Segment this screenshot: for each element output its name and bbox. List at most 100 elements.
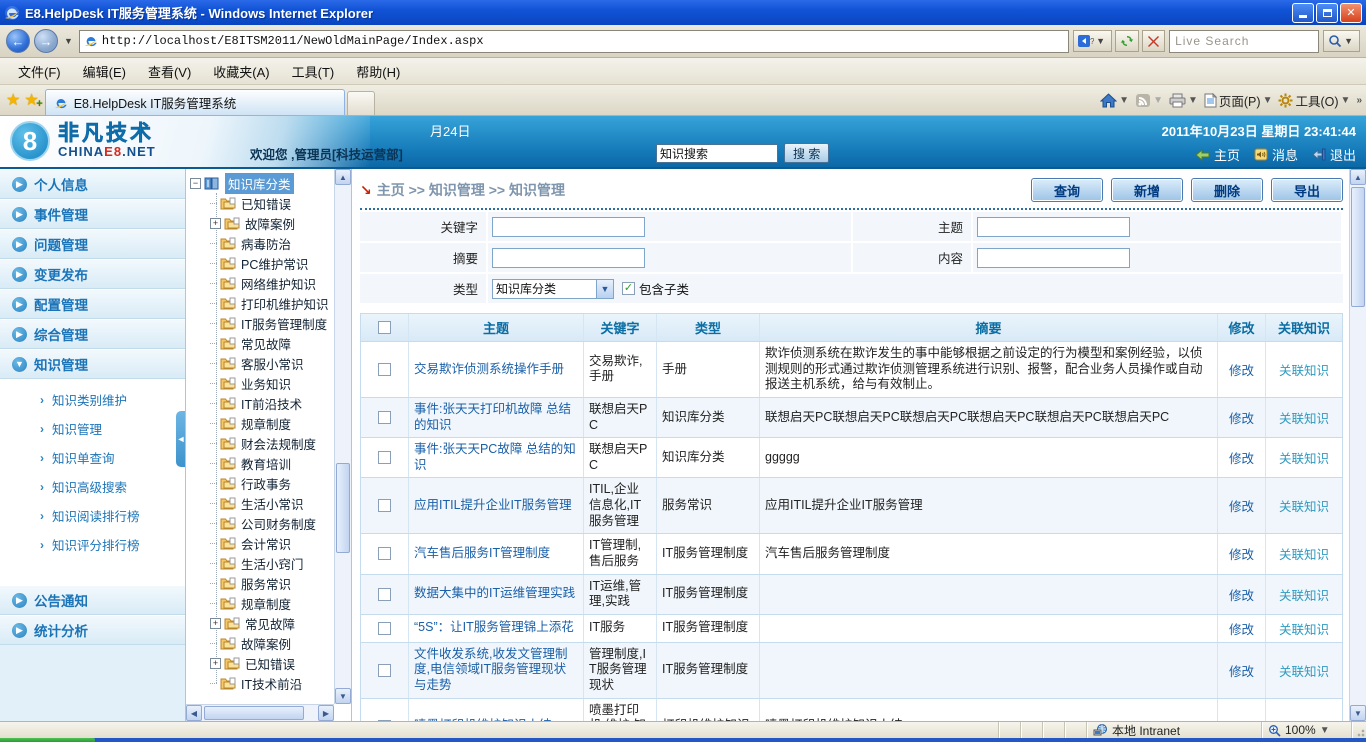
tree-scroll-thumb[interactable] <box>336 463 350 553</box>
subject-input[interactable] <box>977 217 1130 237</box>
sidebar-item-综合管理[interactable]: ▶综合管理 <box>0 319 185 349</box>
modify-link[interactable]: 修改 <box>1229 661 1254 680</box>
row-checkbox[interactable] <box>378 588 391 601</box>
select-dropdown-icon[interactable]: ▼ <box>596 280 613 298</box>
header-link-主页[interactable]: 主页 <box>1195 145 1240 164</box>
menu-item-0[interactable]: 文件(F) <box>8 59 71 84</box>
action-button-导出[interactable]: 导出 <box>1271 178 1343 202</box>
modify-link[interactable]: 修改 <box>1229 408 1254 427</box>
subject-link[interactable]: 喷墨打印机维护知识小结 <box>414 718 552 721</box>
sidebar-item-个人信息[interactable]: ▶个人信息 <box>0 169 185 199</box>
restore-button[interactable] <box>1316 3 1338 23</box>
row-checkbox[interactable] <box>378 363 391 376</box>
action-button-新增[interactable]: 新增 <box>1111 178 1183 202</box>
tree-item-label[interactable]: 规章制度 <box>241 594 291 613</box>
sidebar-subitem-知识评分排行榜[interactable]: ›知识评分排行榜 <box>0 530 185 559</box>
row-checkbox[interactable] <box>378 411 391 424</box>
history-dropdown-icon[interactable]: ▼ <box>62 36 75 46</box>
row-checkbox[interactable] <box>378 547 391 560</box>
header-link-消息[interactable]: 消息 <box>1254 145 1298 164</box>
sidebar-item-统计分析[interactable]: ▶统计分析 <box>0 615 185 645</box>
tree-item-label[interactable]: IT前沿技术 <box>241 394 302 413</box>
close-button[interactable]: ✕ <box>1340 3 1362 23</box>
live-search-input[interactable]: Live Search <box>1169 30 1319 53</box>
subject-link[interactable]: 数据大集中的IT运维管理实践 <box>414 586 575 602</box>
tree-item-label[interactable]: PC维护常识 <box>241 254 308 273</box>
scroll-right-icon[interactable]: ▶ <box>318 705 334 721</box>
related-link[interactable]: 关联知识 <box>1279 496 1329 515</box>
tree-item-label[interactable]: 常见故障 <box>245 614 295 633</box>
tree-vertical-scrollbar[interactable]: ▲ ▼ <box>334 169 351 704</box>
tree-item-病毒防治[interactable]: 病毒防治 <box>190 233 334 253</box>
tree-item-已知错误[interactable]: +已知错误 <box>190 653 334 673</box>
new-tab-stub[interactable] <box>347 91 375 115</box>
tree-item-label[interactable]: 财会法规制度 <box>241 434 316 453</box>
related-link[interactable]: 关联知识 <box>1279 661 1329 680</box>
related-link[interactable]: 关联知识 <box>1279 585 1329 604</box>
tree-item-label[interactable]: 行政事务 <box>241 474 291 493</box>
menu-item-3[interactable]: 收藏夹(A) <box>203 59 279 84</box>
tree-item-label[interactable]: 业务知识 <box>241 374 291 393</box>
tree-item-label[interactable]: 病毒防治 <box>241 234 291 253</box>
tree-item-label[interactable]: 教育培训 <box>241 454 291 473</box>
sidebar-item-事件管理[interactable]: ▶事件管理 <box>0 199 185 229</box>
modify-link[interactable]: 修改 <box>1229 496 1254 515</box>
header-subject[interactable]: 主题 <box>409 314 584 341</box>
tree-item-客服小常识[interactable]: 客服小常识 <box>190 353 334 373</box>
tree-item-行政事务[interactable]: 行政事务 <box>190 473 334 493</box>
sidebar-subitem-知识类别维护[interactable]: ›知识类别维护 <box>0 385 185 414</box>
sidebar-item-问题管理[interactable]: ▶问题管理 <box>0 229 185 259</box>
modify-link[interactable]: 修改 <box>1229 360 1254 379</box>
print-button[interactable]: ▼ <box>1169 93 1198 108</box>
scroll-down-icon[interactable]: ▼ <box>335 688 351 704</box>
tree-horizontal-scrollbar[interactable]: ◀ ▶ <box>186 704 334 721</box>
subject-link[interactable]: 事件:张天天PC故障 总结的知识 <box>414 442 578 473</box>
tree-item-label[interactable]: 规章制度 <box>241 414 291 433</box>
page-menu-button[interactable]: 页面(P) ▼ <box>1204 91 1273 110</box>
collapse-expander-icon[interactable]: − <box>190 178 201 189</box>
minimize-button[interactable] <box>1292 3 1314 23</box>
tree-item-label[interactable]: IT服务管理制度 <box>241 314 327 333</box>
tree-item-label[interactable]: 网络维护知识 <box>241 274 316 293</box>
tree-item-label[interactable]: 已知错误 <box>241 194 291 213</box>
subject-link[interactable]: 文件收发系统,收发文管理制度,电信领域IT服务管理现状与走势 <box>414 647 578 694</box>
tree-item-PC维护常识[interactable]: PC维护常识 <box>190 253 334 273</box>
sidebar-collapse-handle[interactable]: ◄ <box>176 411 186 467</box>
subject-link[interactable]: 事件:张天天打印机故障 总结的知识 <box>414 402 578 433</box>
tree-item-会计常识[interactable]: 会计常识 <box>190 533 334 553</box>
related-link[interactable]: 关联知识 <box>1279 448 1329 467</box>
sidebar-subitem-知识高级搜索[interactable]: ›知识高级搜索 <box>0 472 185 501</box>
active-tab[interactable]: E8.HelpDesk IT服务管理系统 <box>45 89 345 115</box>
tree-item-label[interactable]: 故障案例 <box>245 214 295 233</box>
tree-item-label[interactable]: 生活小窍门 <box>241 554 304 573</box>
tree-item-常见故障[interactable]: +常见故障 <box>190 613 334 633</box>
sidebar-item-配置管理[interactable]: ▶配置管理 <box>0 289 185 319</box>
zoom-dropdown-icon[interactable]: ▼ <box>1320 725 1330 736</box>
include-sub-checkbox[interactable]: ✓ <box>622 282 635 295</box>
content-scroll-thumb[interactable] <box>1351 187 1365 307</box>
home-button[interactable]: ▼ <box>1100 93 1129 108</box>
stop-button[interactable] <box>1142 30 1165 52</box>
subject-link[interactable]: “5S”：让IT服务管理锦上添花 <box>414 620 574 636</box>
modify-link[interactable]: 修改 <box>1229 448 1254 467</box>
tree-item-生活小常识[interactable]: 生活小常识 <box>190 493 334 513</box>
row-checkbox[interactable] <box>378 499 391 512</box>
back-button[interactable]: ← <box>6 29 30 53</box>
tree-item-IT技术前沿[interactable]: IT技术前沿 <box>190 673 334 693</box>
modify-link[interactable]: 修改 <box>1229 544 1254 563</box>
tree-item-生活小窍门[interactable]: 生活小窍门 <box>190 553 334 573</box>
modify-link[interactable]: 修改 <box>1229 585 1254 604</box>
row-checkbox[interactable] <box>378 720 391 721</box>
action-button-删除[interactable]: 删除 <box>1191 178 1263 202</box>
tree-item-财会法规制度[interactable]: 财会法规制度 <box>190 433 334 453</box>
content-scroll-down-icon[interactable]: ▼ <box>1350 705 1366 721</box>
tree-item-label[interactable]: 故障案例 <box>241 634 291 653</box>
menu-item-5[interactable]: 帮助(H) <box>346 59 410 84</box>
action-button-查询[interactable]: 查询 <box>1031 178 1103 202</box>
tree-item-label[interactable]: 已知错误 <box>245 654 295 673</box>
menu-item-2[interactable]: 查看(V) <box>138 59 201 84</box>
tree-item-打印机维护知识[interactable]: 打印机维护知识 <box>190 293 334 313</box>
sidebar-item-公告通知[interactable]: ▶公告通知 <box>0 585 185 615</box>
subject-link[interactable]: 汽车售后服务IT管理制度 <box>414 546 550 562</box>
search-provider-button[interactable]: ? ▼ <box>1073 30 1112 52</box>
